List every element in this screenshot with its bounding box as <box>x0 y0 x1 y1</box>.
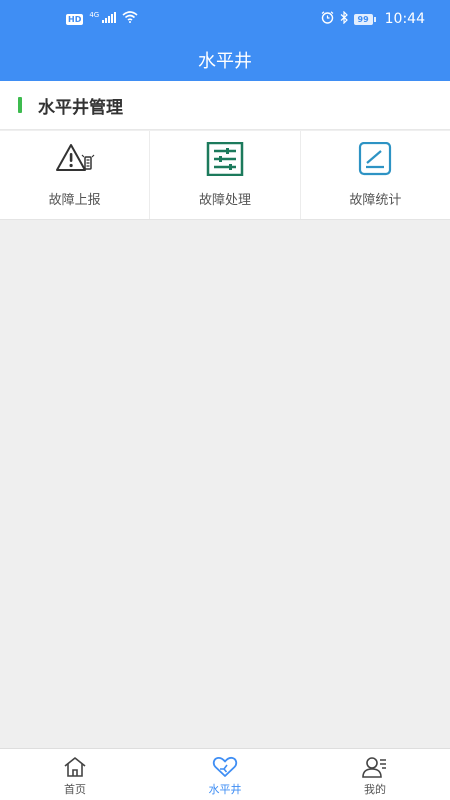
fault-report-button[interactable]: 故障上报 <box>0 131 151 219</box>
wifi-icon <box>122 11 138 27</box>
alarm-icon <box>321 10 334 28</box>
edit-stats-icon <box>355 141 395 177</box>
status-left: HD 4G <box>66 11 138 27</box>
title-bar: 水平井 <box>0 38 450 81</box>
page-title: 水平井 <box>198 50 252 72</box>
app-header: HD 4G 99 10:44 水平井 <box>0 0 450 81</box>
status-time: 10:44 <box>384 11 425 27</box>
bottom-nav: 首页 水平井 我的 <box>0 748 450 800</box>
section-header: 水平井管理 <box>0 81 450 130</box>
nav-label: 首页 <box>64 783 86 796</box>
warning-report-icon <box>55 141 95 177</box>
fault-statistics-button[interactable]: 故障统计 <box>301 131 450 219</box>
heart-icon <box>212 755 238 779</box>
status-bar: HD 4G 99 10:44 <box>0 0 450 38</box>
fault-handling-button[interactable]: 故障处理 <box>150 131 301 219</box>
nav-item-mine[interactable]: 我的 <box>300 749 450 800</box>
user-icon <box>362 755 388 779</box>
network-type: 4G <box>89 11 100 19</box>
nav-label: 水平井 <box>208 783 242 796</box>
nav-item-home[interactable]: 首页 <box>0 749 150 800</box>
nav-label: 我的 <box>364 783 386 796</box>
hd-badge: HD <box>66 13 84 25</box>
grid-item-label: 故障处理 <box>198 193 251 208</box>
signal-icon <box>102 11 117 27</box>
battery-indicator: 99 <box>353 13 376 25</box>
function-grid: 故障上报 故障处理 故障统计 <box>0 131 450 220</box>
home-icon <box>62 755 88 779</box>
section-accent-bar <box>18 97 22 113</box>
nav-item-horizontal-well[interactable]: 水平井 <box>150 749 300 800</box>
content-area <box>0 220 450 748</box>
section-title: 水平井管理 <box>38 97 123 118</box>
bluetooth-icon <box>340 10 348 28</box>
status-right: 99 10:44 <box>321 10 425 28</box>
grid-item-label: 故障统计 <box>349 193 402 208</box>
grid-item-label: 故障上报 <box>48 193 101 208</box>
sliders-icon <box>205 141 245 177</box>
